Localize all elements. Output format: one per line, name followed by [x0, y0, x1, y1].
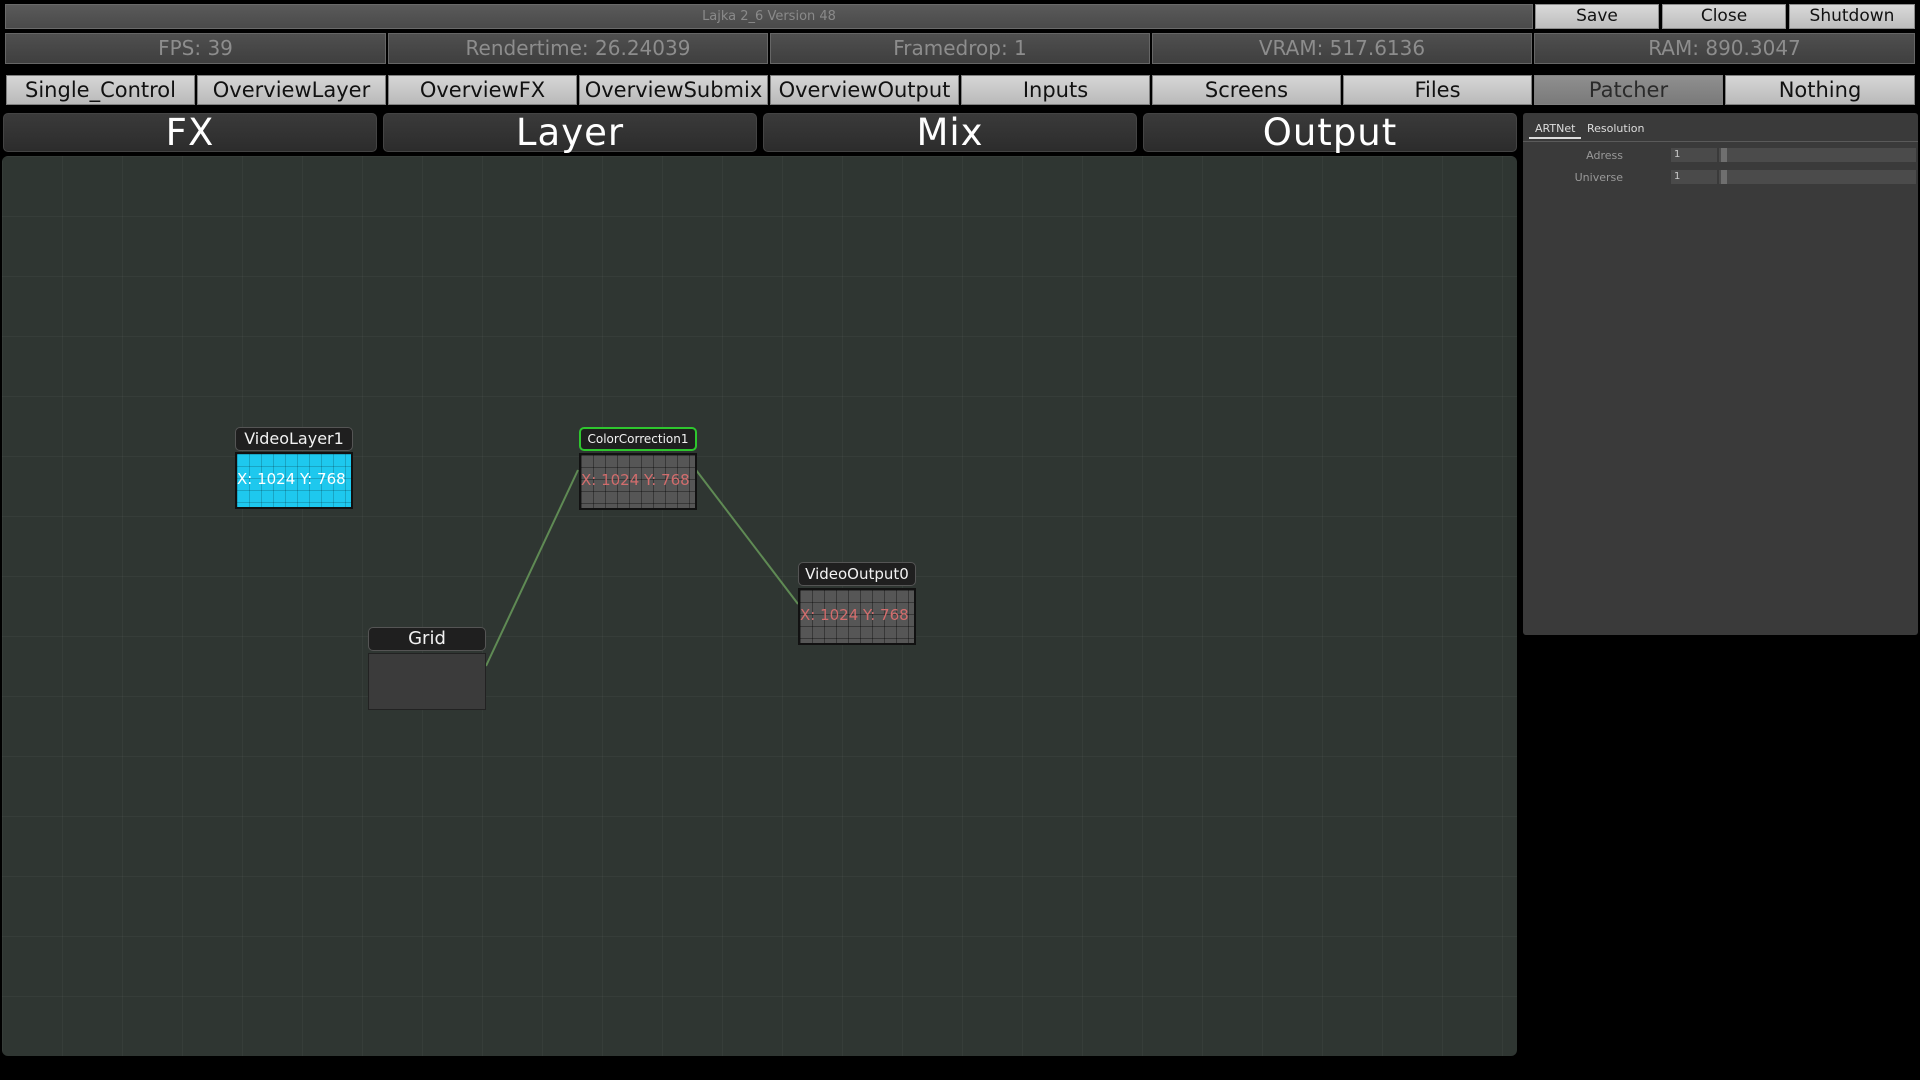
- tab-overview-submix[interactable]: OverviewSubmix: [579, 75, 768, 105]
- node-grid-preview[interactable]: [368, 653, 486, 710]
- section-fx[interactable]: FX: [3, 113, 377, 152]
- node-videolayer-title[interactable]: VideoLayer1: [235, 427, 353, 451]
- panel-tab-resolution[interactable]: Resolution: [1581, 119, 1650, 139]
- section-output[interactable]: Output: [1143, 113, 1517, 152]
- properties-panel: ARTNet Resolution Adress 1 Universe 1: [1523, 113, 1918, 635]
- node-colorcorrection-preview[interactable]: X: 1024 Y: 768: [579, 453, 697, 510]
- shutdown-button[interactable]: Shutdown: [1789, 4, 1915, 29]
- tab-patcher[interactable]: Patcher: [1534, 75, 1723, 105]
- connection-colorcorrection-to-videooutput: [695, 469, 799, 605]
- tab-nothing[interactable]: Nothing: [1725, 75, 1915, 105]
- ram-stat: RAM: 890.3047: [1534, 33, 1915, 64]
- close-button[interactable]: Close: [1662, 4, 1786, 29]
- universe-slider[interactable]: [1719, 170, 1916, 184]
- framedrop-stat: Framedrop: 1: [770, 33, 1150, 64]
- tab-overview-output[interactable]: OverviewOutput: [770, 75, 959, 105]
- node-videooutput-preview[interactable]: X: 1024 Y: 768: [798, 588, 916, 645]
- rendertime-stat: Rendertime: 26.24039: [388, 33, 768, 64]
- vram-stat: VRAM: 517.6136: [1152, 33, 1532, 64]
- tab-single-control[interactable]: Single_Control: [6, 75, 195, 105]
- window-title: Lajka 2_6 Version 48: [5, 4, 1533, 29]
- node-videolayer-preview[interactable]: X: 1024 Y: 768: [235, 452, 353, 509]
- universe-label: Universe: [1574, 171, 1623, 184]
- tab-overview-layer[interactable]: OverviewLayer: [197, 75, 386, 105]
- connections: [485, 469, 799, 667]
- fps-stat: FPS: 39: [5, 33, 386, 64]
- panel-tab-artnet[interactable]: ARTNet: [1529, 119, 1582, 139]
- adress-slider-thumb[interactable]: [1721, 148, 1727, 162]
- adress-label: Adress: [1586, 149, 1623, 162]
- section-mix[interactable]: Mix: [763, 113, 1137, 152]
- panel-tab-divider: [1523, 141, 1918, 142]
- tab-files[interactable]: Files: [1343, 75, 1532, 105]
- adress-value[interactable]: 1: [1671, 148, 1717, 162]
- universe-slider-thumb[interactable]: [1721, 170, 1727, 184]
- adress-slider[interactable]: [1719, 148, 1916, 162]
- connection-grid-to-colorcorrection: [485, 469, 579, 667]
- save-button[interactable]: Save: [1535, 4, 1659, 29]
- tab-screens[interactable]: Screens: [1152, 75, 1341, 105]
- patcher-canvas[interactable]: VideoLayer1 X: 1024 Y: 768 ColorCorrecti…: [2, 156, 1517, 1056]
- tab-overview-fx[interactable]: OverviewFX: [388, 75, 577, 105]
- node-grid-title[interactable]: Grid: [368, 627, 486, 651]
- node-videooutput-title[interactable]: VideoOutput0: [798, 562, 916, 586]
- universe-value[interactable]: 1: [1671, 170, 1717, 184]
- tab-inputs[interactable]: Inputs: [961, 75, 1150, 105]
- section-layer[interactable]: Layer: [383, 113, 757, 152]
- node-colorcorrection-title[interactable]: ColorCorrection1: [579, 427, 697, 451]
